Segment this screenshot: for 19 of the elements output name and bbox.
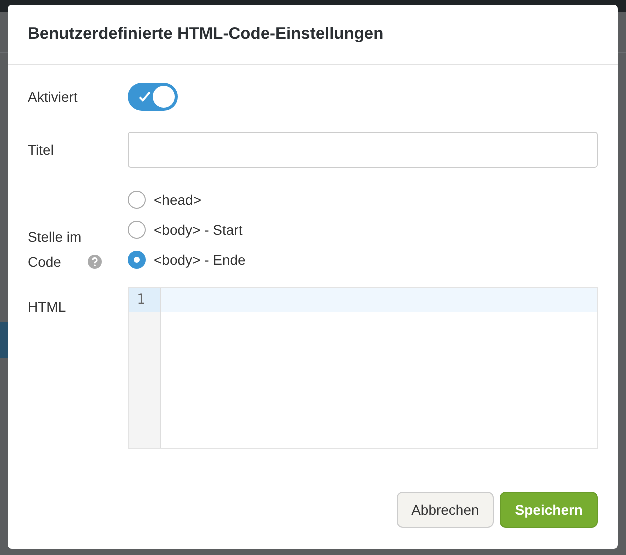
help-icon[interactable] xyxy=(88,255,102,269)
radio-button[interactable] xyxy=(128,221,146,239)
background-panel xyxy=(0,322,8,358)
field-label: HTML xyxy=(28,298,66,317)
code-editor[interactable]: 1 xyxy=(128,287,598,449)
field-label: Titel xyxy=(28,142,54,158)
toggle-switch[interactable] xyxy=(128,83,178,111)
radio-button[interactable] xyxy=(128,251,146,269)
cancel-button[interactable]: Abbrechen xyxy=(396,492,494,528)
option-label: <body> - Ende xyxy=(154,250,246,270)
field-label: Aktiviert xyxy=(28,88,78,104)
radio-button[interactable] xyxy=(128,191,146,209)
text-input[interactable] xyxy=(128,132,598,168)
option-label: <body> - Start xyxy=(154,220,243,240)
dialog-title: Benutzerdefinierte HTML-Code-Einstellungen xyxy=(28,24,384,44)
option-label: <head> xyxy=(154,190,202,210)
line-number: 1 xyxy=(129,288,160,312)
field-label: Stelle im Code xyxy=(28,228,83,272)
save-button[interactable]: Speichern xyxy=(500,492,598,528)
